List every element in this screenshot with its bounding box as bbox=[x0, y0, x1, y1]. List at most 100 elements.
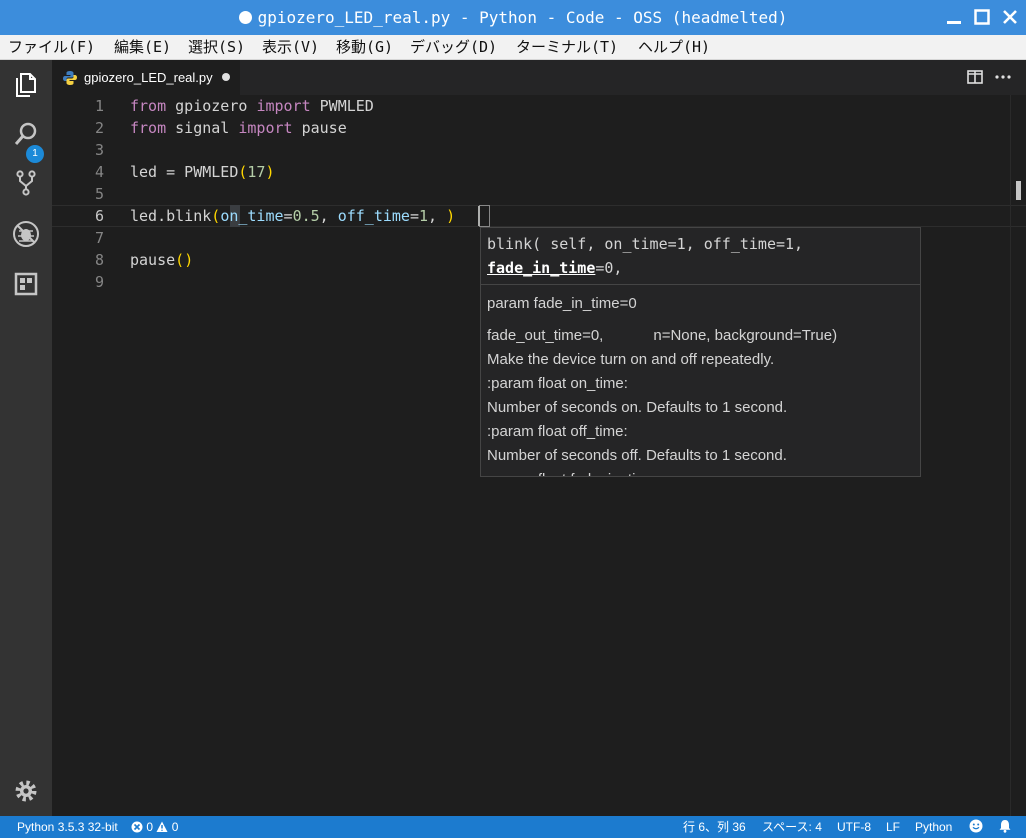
tab-gpiozero-led-real[interactable]: gpiozero_LED_real.py bbox=[52, 60, 240, 95]
menu-edit[interactable]: 編集(E) bbox=[114, 35, 171, 59]
signature-text: blink( self, on_time=1, off_time=1, fade… bbox=[487, 232, 803, 280]
text-token: pause bbox=[130, 251, 176, 269]
parameter-doc: param fade_in_time=0 bbox=[487, 295, 637, 312]
line-number: 2 bbox=[94, 119, 104, 137]
line-number: 5 bbox=[94, 185, 104, 203]
more-actions-icon[interactable] bbox=[994, 68, 1012, 86]
divider bbox=[481, 284, 920, 285]
signature-rest: =0, bbox=[595, 259, 623, 277]
debug-icon bbox=[13, 221, 39, 247]
parameter-token: off_time bbox=[337, 207, 410, 225]
docstring-line: :param float on_time: bbox=[487, 375, 628, 392]
bell-icon bbox=[999, 820, 1011, 833]
minimize-icon bbox=[947, 21, 961, 24]
error-count: 0 bbox=[146, 820, 154, 834]
extensions-button[interactable] bbox=[12, 270, 40, 298]
maximize-icon bbox=[974, 9, 990, 25]
cursor-position[interactable]: 行 6、列 36 bbox=[683, 816, 746, 838]
explorer-button[interactable] bbox=[12, 71, 40, 99]
number-token: 1 bbox=[419, 207, 429, 225]
bracket-token: ( bbox=[175, 251, 185, 269]
indentation[interactable]: スペース: 4 bbox=[762, 816, 822, 838]
text-token: led = PWMLED bbox=[130, 163, 239, 181]
line-number: 9 bbox=[94, 273, 104, 291]
maximize-button[interactable] bbox=[972, 7, 992, 27]
docstring-line: Make the device turn on and off repeated… bbox=[487, 351, 775, 368]
source-control-icon bbox=[16, 170, 36, 196]
warning-icon bbox=[156, 821, 168, 832]
number-token: 0.5 bbox=[292, 207, 320, 225]
docstring-line: :param float off_time: bbox=[487, 423, 628, 440]
keyword-token: import bbox=[238, 119, 293, 137]
parameter-hints-widget[interactable]: blink( self, on_time=1, off_time=1, fade… bbox=[480, 227, 921, 477]
text-token: pause bbox=[292, 119, 347, 137]
split-editor-icon[interactable] bbox=[966, 68, 984, 86]
settings-gear-icon bbox=[15, 780, 37, 802]
line-number: 8 bbox=[94, 251, 104, 269]
text-token: = bbox=[409, 207, 419, 225]
menu-terminal[interactable]: ターミナル(T) bbox=[516, 35, 618, 59]
tab-label: gpiozero_LED_real.py bbox=[84, 70, 213, 85]
code-line: 1 from gpiozero import PWMLED bbox=[52, 95, 1026, 117]
docstring-line: fade_out_time=0, n=None, background=True… bbox=[487, 327, 838, 344]
menu-go[interactable]: 移動(G) bbox=[336, 35, 393, 59]
notifications-button[interactable] bbox=[998, 816, 1012, 838]
tab-bar: gpiozero_LED_real.py bbox=[52, 60, 1026, 95]
problems-indicator[interactable]: 0 0 bbox=[131, 816, 178, 838]
overview-ruler[interactable] bbox=[1010, 95, 1011, 816]
code-line: 5 bbox=[52, 183, 1026, 205]
line-number: 6 bbox=[94, 207, 104, 225]
menu-help[interactable]: ヘルプ(H) bbox=[638, 35, 710, 59]
cursor-position-marker bbox=[1016, 181, 1021, 200]
close-button[interactable] bbox=[1000, 7, 1020, 27]
search-button[interactable] bbox=[12, 120, 40, 148]
close-icon bbox=[1003, 10, 1017, 24]
bracket-token: ) bbox=[184, 251, 194, 269]
extensions-icon bbox=[14, 272, 38, 296]
code-line: 2 from signal import pause bbox=[52, 117, 1026, 139]
line-number: 1 bbox=[94, 97, 104, 115]
parameter-token: on_time bbox=[220, 207, 284, 225]
bracket-token: ( bbox=[211, 207, 221, 225]
python-interpreter[interactable]: Python 3.5.3 32-bit bbox=[17, 816, 118, 838]
text-token: , bbox=[428, 207, 447, 225]
text-token: , bbox=[319, 207, 338, 225]
text-token: PWMLED bbox=[310, 97, 374, 115]
code-line: 4 led = PWMLED(17) bbox=[52, 161, 1026, 183]
line-number: 7 bbox=[94, 229, 104, 247]
line-content: pause() bbox=[130, 249, 193, 271]
settings-button[interactable] bbox=[12, 777, 40, 805]
minimize-button[interactable] bbox=[944, 7, 964, 27]
feedback-button[interactable] bbox=[969, 816, 983, 838]
signature-line: blink( self, on_time=1, off_time=1, bbox=[487, 235, 804, 253]
keyword-token: from bbox=[130, 119, 167, 137]
activity-bar: 1 bbox=[0, 60, 52, 816]
language-mode[interactable]: Python bbox=[915, 816, 952, 838]
active-parameter: fade_in_time bbox=[487, 259, 596, 277]
smiley-icon bbox=[969, 819, 983, 833]
unsaved-indicator-icon[interactable] bbox=[222, 73, 230, 81]
warning-count: 0 bbox=[171, 820, 179, 834]
code-line: 6 led.blink(on_time=0.5, off_time=1, ) bbox=[52, 205, 1026, 227]
line-content: led.blink(on_time=0.5, off_time=1, ) bbox=[130, 205, 455, 227]
menu-file[interactable]: ファイル(F) bbox=[8, 35, 95, 59]
docstring-line: Number of seconds off. Defaults to 1 sec… bbox=[487, 447, 787, 464]
line-content: from signal import pause bbox=[130, 117, 347, 139]
text-token: led.blink bbox=[130, 207, 212, 225]
title-bar: gpiozero_LED_real.py - Python - Code - O… bbox=[0, 0, 1026, 35]
line-number: 4 bbox=[94, 163, 104, 181]
end-of-line[interactable]: LF bbox=[886, 816, 900, 838]
code-line: 3 bbox=[52, 139, 1026, 161]
keyword-token: import bbox=[256, 97, 311, 115]
source-control-button[interactable] bbox=[12, 169, 40, 197]
menu-selection[interactable]: 選択(S) bbox=[188, 35, 245, 59]
text-token: = bbox=[283, 207, 293, 225]
text-cursor bbox=[478, 206, 480, 226]
number-token: 17 bbox=[247, 163, 266, 181]
menu-debug[interactable]: デバッグ(D) bbox=[410, 35, 497, 59]
error-icon bbox=[131, 821, 143, 833]
debug-button[interactable] bbox=[12, 220, 40, 248]
window-title-text: gpiozero_LED_real.py - Python - Code - O… bbox=[257, 8, 788, 27]
encoding[interactable]: UTF-8 bbox=[837, 816, 871, 838]
menu-view[interactable]: 表示(V) bbox=[262, 35, 319, 59]
